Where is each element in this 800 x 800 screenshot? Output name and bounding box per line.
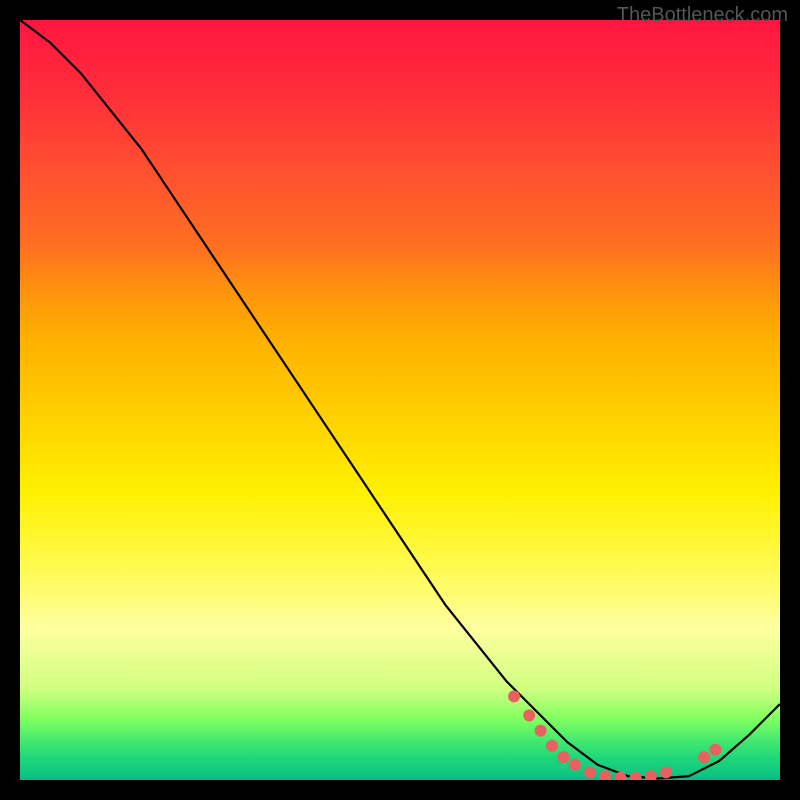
data-point (523, 709, 535, 721)
data-point (546, 740, 558, 752)
data-point (535, 725, 547, 737)
data-point (508, 690, 520, 702)
bottleneck-curve (20, 20, 780, 779)
data-point (630, 772, 642, 780)
data-point (698, 751, 710, 763)
data-point (660, 766, 672, 778)
data-point (584, 766, 596, 778)
chart-curve-layer (20, 20, 780, 780)
dots-group (508, 690, 721, 780)
data-point (569, 759, 581, 771)
watermark-text: TheBottleneck.com (617, 4, 788, 27)
curve-group (20, 20, 780, 779)
data-point (557, 751, 569, 763)
data-point (709, 744, 721, 756)
data-point (599, 770, 611, 780)
data-point (645, 770, 657, 780)
